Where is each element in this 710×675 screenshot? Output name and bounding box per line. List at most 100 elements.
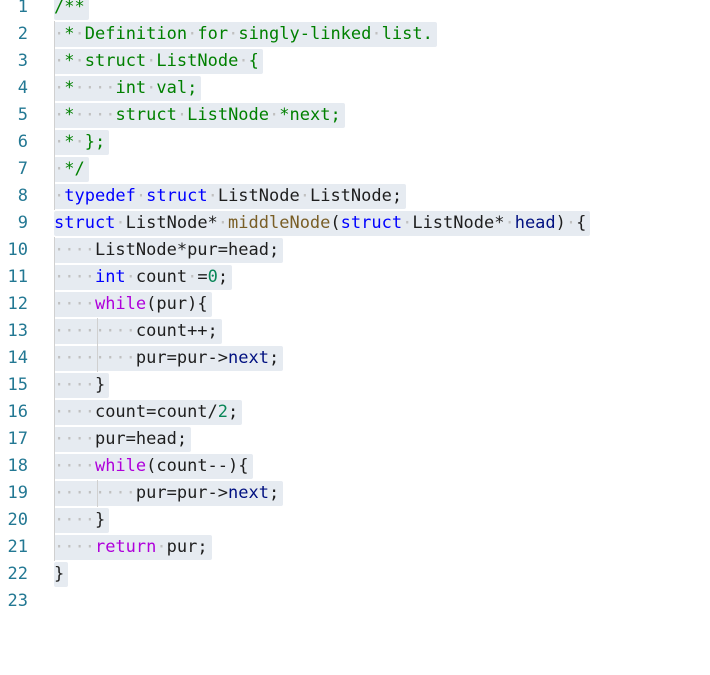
code-line[interactable]: 12 ····while(pur){: [0, 291, 710, 318]
selection-highlight: ····}: [54, 508, 110, 533]
code-line[interactable]: 3 ·*·struct·ListNode·{: [0, 48, 710, 75]
whitespace-marker: ····: [54, 294, 95, 314]
code-line[interactable]: 20 ····}: [0, 507, 710, 534]
indent-guide: [54, 237, 55, 561]
indent-guide: [97, 480, 98, 507]
code-line[interactable]: 11 ····int·count·=0;: [0, 264, 710, 291]
whitespace-marker: ·: [402, 213, 413, 233]
whitespace-marker: ·: [54, 51, 65, 71]
whitespace-marker: ····: [54, 429, 95, 449]
whitespace-marker: ·: [217, 213, 229, 233]
code-line[interactable]: 5 ·*····struct·ListNode·*next;: [0, 102, 710, 129]
code-text: ····}: [54, 507, 110, 534]
code-text: ········count++;: [54, 318, 222, 345]
code-token: Definition: [84, 24, 188, 44]
code-token: middleNode: [228, 213, 331, 233]
whitespace-marker: ········: [54, 321, 136, 341]
whitespace-marker: ····: [54, 510, 95, 530]
line-number: 16: [7, 402, 28, 422]
code-token: ;: [228, 402, 239, 422]
code-line[interactable]: 1 /**: [0, 0, 710, 21]
line-number: 13: [7, 321, 28, 341]
code-token: {: [576, 213, 587, 233]
code-token: count: [135, 267, 188, 287]
code-token: *: [64, 105, 75, 125]
code-line[interactable]: 10 ····ListNode*pur=head;: [0, 237, 710, 264]
line-number: 18: [7, 456, 28, 476]
code-token: list.: [381, 24, 433, 44]
code-token: singly-linked: [238, 24, 372, 44]
code-line[interactable]: 23: [0, 588, 710, 615]
code-line[interactable]: 7 ·*/: [0, 156, 710, 183]
code-line[interactable]: 13 ········count++;: [0, 318, 710, 345]
code-token: };: [84, 132, 106, 152]
code-line[interactable]: 8 ·typedef·struct·ListNode·ListNode;: [0, 183, 710, 210]
code-line[interactable]: 15 ····}: [0, 372, 710, 399]
code-token: ListNode: [217, 186, 300, 206]
code-token: count++;: [135, 321, 218, 341]
code-line[interactable]: 21 ····return·pur;: [0, 534, 710, 561]
code-text: ·*·};: [54, 129, 110, 156]
whitespace-marker: ·: [74, 51, 85, 71]
whitespace-marker: ·: [74, 24, 85, 44]
line-number: 15: [7, 375, 28, 395]
code-token: next: [228, 483, 269, 503]
code-token: struct: [84, 51, 147, 71]
selection-highlight: ········pur=pur->next;: [54, 346, 284, 371]
code-editor[interactable]: 1/** 2 ·*·Definition·for·singly-linked·lis…: [0, 0, 710, 675]
code-line[interactable]: 2 ·*·Definition·for·singly-linked·list.: [0, 21, 710, 48]
code-token: ;: [268, 483, 280, 503]
selection-highlight: ·*····struct·ListNode·*next;: [54, 103, 345, 128]
code-text: ····int·count·=0;: [54, 264, 233, 291]
line-number: 20: [7, 510, 28, 530]
whitespace-marker: ·: [115, 213, 126, 233]
code-line[interactable]: 19 ········pur=pur->next;: [0, 480, 710, 507]
code-text: /**: [54, 0, 89, 21]
code-line[interactable]: 6 ·*·};: [0, 129, 710, 156]
code-text: ····}: [54, 372, 110, 399]
code-token: ListNode*pur=head;: [94, 240, 280, 260]
code-line[interactable]: 4 ·*····int·val;: [0, 75, 710, 102]
selection-highlight: /**: [54, 0, 89, 20]
line-number: 8: [17, 186, 28, 206]
code-text: ·*·Definition·for·singly-linked·list.: [54, 21, 437, 48]
indent-guide: [54, 21, 55, 210]
line-number: 3: [17, 51, 28, 71]
code-line[interactable]: 17 ····pur=head;: [0, 426, 710, 453]
line-number: 9: [17, 213, 28, 233]
whitespace-marker: ········: [54, 348, 136, 368]
line-number: 17: [7, 429, 28, 449]
code-line[interactable]: 14 ········pur=pur->next;: [0, 345, 710, 372]
code-text: ····ListNode*pur=head;: [54, 237, 284, 264]
code-token: }: [54, 564, 65, 584]
whitespace-marker: ····: [54, 402, 95, 422]
whitespace-marker: ·: [207, 186, 218, 206]
selection-highlight: ·*/: [54, 157, 89, 182]
code-line[interactable]: 9 struct·ListNode*·middleNode(struct·List…: [0, 210, 710, 237]
whitespace-marker: ·: [565, 213, 577, 233]
whitespace-marker: ·: [187, 24, 198, 44]
code-token: *: [64, 24, 75, 44]
code-token: ListNode*: [125, 213, 218, 233]
selection-highlight: ····count=count/2;: [54, 400, 243, 425]
whitespace-marker: ····: [54, 375, 95, 395]
whitespace-marker: ····: [54, 267, 95, 287]
code-token: ): [555, 213, 566, 233]
code-token: count=count/: [94, 402, 218, 422]
code-line[interactable]: 22}: [0, 561, 710, 588]
code-line[interactable]: 16 ····count=count/2;: [0, 399, 710, 426]
code-token: return: [94, 537, 157, 557]
selection-highlight: ····return·pur;: [54, 535, 212, 560]
code-token: typedef: [64, 186, 136, 206]
code-token: pur;: [166, 537, 208, 557]
code-line[interactable]: 18 ····while(count--){: [0, 453, 710, 480]
code-text: ····while(pur){: [54, 291, 212, 318]
selection-highlight: ····pur=head;: [54, 427, 192, 452]
code-token: ListNode;: [309, 186, 403, 206]
whitespace-marker: ·: [504, 213, 515, 233]
line-number: 2: [17, 24, 28, 44]
selection-highlight: ·*·struct·ListNode·{: [54, 49, 263, 74]
line-number: 22: [7, 564, 28, 584]
code-token: /**: [54, 0, 85, 17]
whitespace-marker: ·: [135, 186, 147, 206]
